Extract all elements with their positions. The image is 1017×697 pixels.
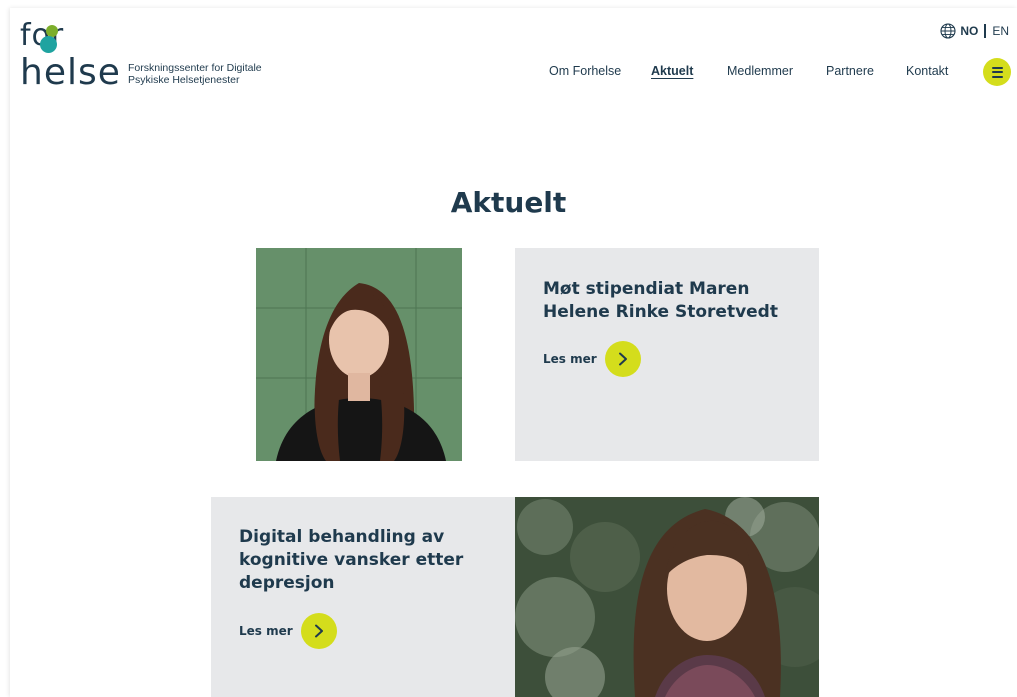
menu-icon-bar	[991, 71, 1003, 73]
language-no[interactable]: NO	[960, 24, 978, 38]
article-2-photo[interactable]	[515, 497, 819, 697]
language-en[interactable]: EN	[992, 24, 1009, 38]
language-switcher: NO EN	[940, 23, 1009, 39]
nav-item-medlemmer[interactable]: Medlemmer	[727, 64, 793, 78]
globe-icon[interactable]	[940, 23, 956, 39]
nav-item-om-forhelse[interactable]: Om Forhelse	[549, 64, 621, 78]
article-2-read-more[interactable]: Les mer	[239, 613, 337, 649]
logo-dot-teal	[40, 36, 57, 53]
nav-item-partnere[interactable]: Partnere	[826, 64, 874, 78]
article-1-read-more[interactable]: Les mer	[543, 341, 641, 377]
menu-button[interactable]	[983, 58, 1011, 86]
article-1-card[interactable]: Møt stipendiat Maren Helene Rinke Storet…	[515, 248, 819, 461]
main-nav: Om Forhelse Aktuelt Medlemmer Partnere K…	[0, 64, 1017, 82]
arrow-right-icon[interactable]	[300, 613, 337, 649]
language-separator	[984, 24, 987, 38]
article-1-title-line-2: Helene Rinke Storetvedt	[543, 302, 778, 322]
article-1-photo[interactable]	[256, 248, 462, 461]
article-2-title-line-1: Digital behandling av	[239, 527, 445, 547]
portrait-image	[515, 497, 819, 697]
page-title: Aktuelt	[450, 186, 567, 219]
article-2-title[interactable]: Digital behandling av kognitive vansker …	[239, 526, 463, 595]
read-more-label: Les mer	[239, 624, 293, 638]
menu-icon-bar	[991, 75, 1003, 78]
arrow-right-icon[interactable]	[604, 341, 641, 377]
menu-icon-bar	[991, 66, 1003, 69]
article-2-title-line-3: depresjon	[239, 573, 335, 593]
portrait-image	[256, 248, 462, 461]
article-1-title-line-1: Møt stipendiat Maren	[543, 279, 750, 299]
read-more-label: Les mer	[543, 352, 597, 366]
article-2-title-line-2: kognitive vansker etter	[239, 550, 464, 570]
nav-item-aktuelt[interactable]: Aktuelt	[651, 64, 693, 78]
article-2-card[interactable]: Digital behandling av kognitive vansker …	[211, 497, 515, 697]
article-1-title[interactable]: Møt stipendiat Maren Helene Rinke Storet…	[543, 278, 778, 324]
nav-item-kontakt[interactable]: Kontakt	[906, 64, 948, 78]
